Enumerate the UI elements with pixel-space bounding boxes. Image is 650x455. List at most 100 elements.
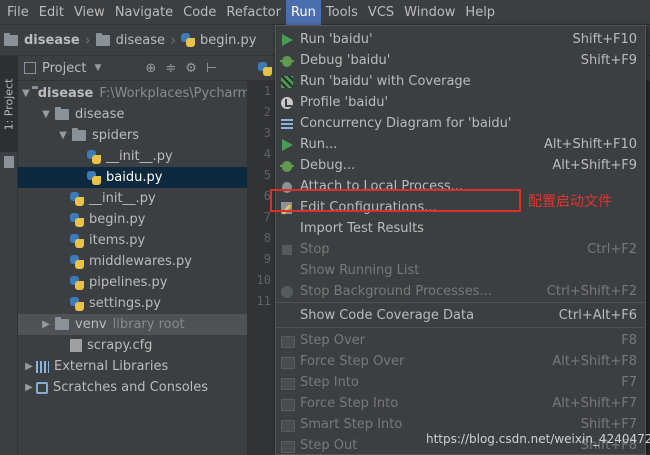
expanded-arrow-icon[interactable]: ▼ [56,130,70,141]
breadcrumb-separator-icon: › [84,31,91,49]
collapsed-arrow-icon[interactable]: ▶ [22,361,36,372]
tree-item[interactable]: middlewares.py [18,251,247,272]
line-number: 4 [263,147,271,161]
run-menu-item-label: Stop Background Processes... [300,284,492,299]
structure-tool-icon[interactable] [4,156,14,168]
profile-icon [280,96,294,110]
tree-item-label: baidu.py [106,170,163,185]
run-menu-item[interactable]: Stop Ctrl+F2 [276,239,645,260]
menu-edit[interactable]: Edit [34,0,69,25]
menu-vcs[interactable]: VCS [363,0,399,25]
tree-item[interactable]: scrapy.cfg [18,335,247,356]
tree-item[interactable]: ▶ Scratches and Consoles [18,377,247,398]
stop-background-icon [280,285,294,299]
project-view-selector[interactable]: Project [42,61,86,76]
run-menu-item-label: Show Code Coverage Data [300,308,475,323]
run-menu-item[interactable]: Step Over F8 [276,330,645,351]
tree-item[interactable]: ▼ spiders [18,125,247,146]
run-menu-item[interactable]: Concurrency Diagram for 'baidu' [276,113,645,134]
tree-item-label: items.py [89,233,146,248]
hide-panel-icon[interactable]: ⊢ [206,61,217,76]
tree-item[interactable]: begin.py [18,209,247,230]
run-menu-item[interactable]: Force Step Over Alt+Shift+F8 [276,351,645,372]
tree-item[interactable]: pipelines.py [18,272,247,293]
breadcrumb-file[interactable]: begin.py [181,33,256,48]
tree-item[interactable]: ▶ External Libraries [18,356,247,377]
run-menu-item[interactable]: Show Code Coverage Data Ctrl+Alt+F6 [276,305,645,326]
empty-icon [280,264,294,278]
menu-navigate[interactable]: Navigate [110,0,178,25]
tree-item-label: disease [75,107,125,122]
folder-icon [55,317,69,330]
run-menu-item-label: Smart Step Into [300,417,403,432]
project-view-dropdown-icon[interactable]: ▼ [94,63,101,73]
collapsed-arrow-icon[interactable]: ▶ [22,382,36,393]
run-menu-item-label: Force Step Into [300,396,399,411]
run-menu-item[interactable]: Run 'baidu' Shift+F10 [276,29,645,50]
tree-item[interactable]: ▼ disease F:\Workplaces\PycharmW [18,83,247,104]
tree-item-label: disease [37,86,94,101]
folder-icon [4,32,18,46]
python-file-icon[interactable] [258,62,272,76]
tree-item[interactable]: ▼ disease [18,104,247,125]
menu-file[interactable]: File [2,0,34,25]
run-menu-item[interactable]: Import Test Results [276,218,645,239]
menu-run[interactable]: Run [285,0,321,25]
expanded-arrow-icon[interactable]: ▼ [22,88,30,99]
menu-view[interactable]: View [69,0,110,25]
debug-icon [280,159,294,173]
run-menu-item[interactable]: Run... Alt+Shift+F10 [276,134,645,155]
library-icon [36,360,49,373]
menu-help[interactable]: Help [460,0,500,25]
coverage-icon [280,75,294,89]
breadcrumb-root[interactable]: disease [4,32,80,48]
run-menu-item[interactable]: Profile 'baidu' [276,92,645,113]
run-menu-item[interactable]: Step Into F7 [276,372,645,393]
debug-icon [280,54,294,68]
menu-code[interactable]: Code [178,0,221,25]
menu-tools[interactable]: Tools [321,0,363,25]
tree-item[interactable]: baidu.py [18,167,247,188]
tree-item[interactable]: __init__.py [18,146,247,167]
run-menu-item-shortcut: Shift+F7 [580,417,637,432]
locate-file-icon[interactable]: ⊕ [145,61,156,76]
tree-item-label: middlewares.py [89,254,192,269]
expanded-arrow-icon[interactable]: ▼ [39,109,53,120]
run-menu-item-label: Debug... [300,158,356,173]
run-menu-item-shortcut: Shift+F10 [572,32,637,47]
breadcrumb-package-label: disease [115,32,166,48]
menu-window[interactable]: Window [399,0,460,25]
python-file-icon [70,212,84,227]
breadcrumb-package[interactable]: disease [95,32,166,48]
run-menu-item-label: Run 'baidu' with Coverage [300,74,471,89]
run-menu-item[interactable]: Debug 'baidu' Shift+F9 [276,50,645,71]
run-menu-item[interactable]: Show Running List [276,260,645,281]
menu-separator [276,302,645,303]
python-file-icon [70,275,84,290]
tree-item[interactable]: settings.py [18,293,247,314]
run-menu-item[interactable]: Run 'baidu' with Coverage [276,71,645,92]
collapsed-arrow-icon[interactable]: ▶ [39,319,53,330]
project-panel: Project ▼ ⊕ ≑ ⚙ ⊢ ▼ disease F:\Workplaces\… [18,56,247,455]
project-tool-tab-label: 1: Project [2,78,16,130]
collapse-all-icon[interactable]: ≑ [165,61,176,76]
annotation-text: 配置启动文件 [528,194,612,210]
run-menu-item[interactable]: Debug... Alt+Shift+F9 [276,155,645,176]
tree-item[interactable]: ▶ venv library root [18,314,247,335]
run-menu-item[interactable]: Stop Background Processes... Ctrl+Shift+F… [276,281,645,302]
line-number: 8 [263,231,271,245]
tree-item[interactable]: items.py [18,230,247,251]
run-menu-item-shortcut: Alt+Shift+F7 [552,396,637,411]
run-menu-item-label: Run 'baidu' [300,32,373,47]
run-menu-item[interactable]: Force Step Into Alt+Shift+F7 [276,393,645,414]
run-menu-item-label: Force Step Over [300,354,405,369]
menu-refactor[interactable]: Refactor [221,0,286,25]
python-file-icon [87,170,101,185]
menu-separator [276,327,645,328]
project-tool-tab[interactable]: 1: Project [0,56,18,152]
tool-window-strip: 1: Project [0,56,18,455]
line-number: 1 [263,84,271,98]
tree-item[interactable]: __init__.py [18,188,247,209]
folder-icon [55,107,69,120]
gear-icon[interactable]: ⚙ [185,61,197,76]
